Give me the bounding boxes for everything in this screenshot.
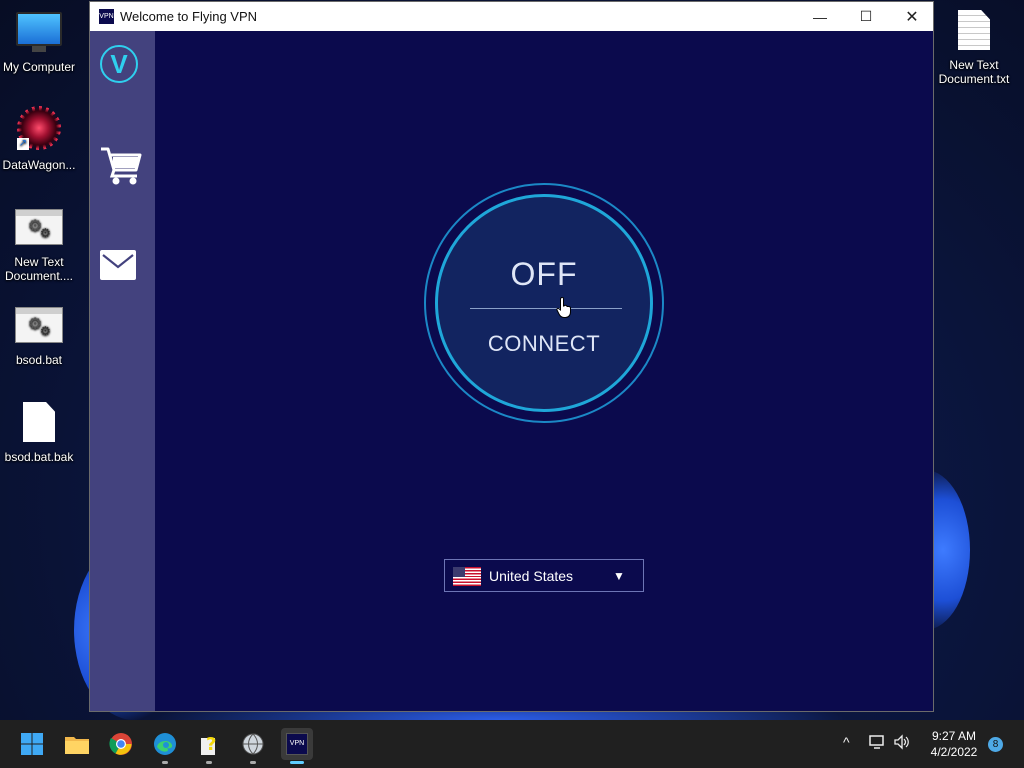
desktop-icon-label: bsod.bat.bak: [4, 450, 74, 464]
desktop-icon-new-text-document-txt[interactable]: New Text Document.txt: [936, 10, 1012, 86]
volume-icon[interactable]: [893, 734, 911, 753]
close-button[interactable]: ✕: [889, 2, 935, 31]
window-title: Welcome to Flying VPN: [120, 9, 258, 24]
help-script-icon[interactable]: ?: [193, 728, 225, 764]
system-clock[interactable]: 9:27 AM 4/2/2022: [916, 728, 992, 760]
show-hidden-icons-chevron-icon[interactable]: ^: [843, 734, 850, 750]
datawagon-icon: ↗: [17, 106, 61, 150]
vpn-logo-icon[interactable]: V: [100, 45, 138, 83]
divider: [470, 308, 622, 309]
desktop-icon-datawagon[interactable]: ↗ DataWagon...: [1, 106, 77, 172]
desktop-icon-bsod-bat-bak[interactable]: bsod.bat.bak: [1, 402, 77, 464]
blank-file-icon: [23, 402, 55, 442]
desktop-icon-label: My Computer: [2, 60, 76, 74]
connection-state: OFF: [510, 256, 578, 292]
batch-file-icon: ⚙ ⚙: [15, 209, 63, 245]
vpn-app-icon: VPN: [99, 9, 114, 24]
location-select[interactable]: United States ▼: [444, 559, 644, 592]
us-flag-icon: [453, 567, 481, 586]
minimize-button[interactable]: —: [797, 2, 843, 31]
batch-file-icon: ⚙ ⚙: [15, 307, 63, 343]
maximize-button[interactable]: ☐: [843, 2, 889, 31]
location-label: United States: [489, 568, 574, 584]
start-icon: [21, 733, 43, 755]
desktop-icon-my-computer[interactable]: My Computer: [1, 12, 77, 74]
caret-down-icon: ▼: [613, 569, 625, 583]
mail-icon[interactable]: [100, 250, 136, 280]
title-bar[interactable]: VPN Welcome to Flying VPN — ☐ ✕: [90, 2, 933, 31]
desktop-icon-bsod-bat[interactable]: ⚙ ⚙ bsod.bat: [1, 307, 77, 367]
file-explorer-icon[interactable]: [61, 728, 93, 760]
clock-date: 4/2/2022: [930, 745, 978, 759]
shortcut-arrow-icon: ↗: [17, 138, 29, 150]
connect-toggle-face[interactable]: OFF CONNECT: [435, 194, 653, 412]
notification-badge[interactable]: 8: [988, 737, 1003, 752]
cart-icon[interactable]: [100, 146, 142, 191]
desktop-icon-label: DataWagon...: [2, 158, 76, 172]
desktop-icon-new-text-document[interactable]: ⚙ ⚙ New Text Document....: [1, 209, 77, 283]
clock-time: 9:27 AM: [931, 729, 977, 743]
edge-icon[interactable]: [149, 728, 181, 764]
desktop-icon-label: New Text Document.txt: [938, 58, 1010, 86]
vpn-window: VPN Welcome to Flying VPN — ☐ ✕ V OFF CO: [89, 1, 934, 712]
text-file-icon: [958, 10, 990, 50]
desktop-icon-label: New Text Document....: [4, 255, 74, 283]
taskbar: ? VPN ^ 9:27 AM 4/2/2022 8: [0, 720, 1024, 768]
chrome-icon[interactable]: [105, 728, 137, 760]
connect-label: CONNECT: [487, 331, 601, 356]
computer-icon: [16, 12, 62, 52]
svg-text:?: ?: [206, 734, 216, 755]
start-button[interactable]: [16, 728, 48, 760]
network-icon[interactable]: [869, 734, 887, 753]
globe-icon[interactable]: [237, 728, 269, 764]
hand-cursor-icon: [556, 296, 572, 324]
desktop-icon-label: bsod.bat: [15, 353, 63, 367]
sidebar: V: [90, 31, 155, 711]
connect-toggle[interactable]: OFF CONNECT: [424, 183, 664, 423]
vpn-app-icon[interactable]: VPN: [281, 728, 313, 764]
